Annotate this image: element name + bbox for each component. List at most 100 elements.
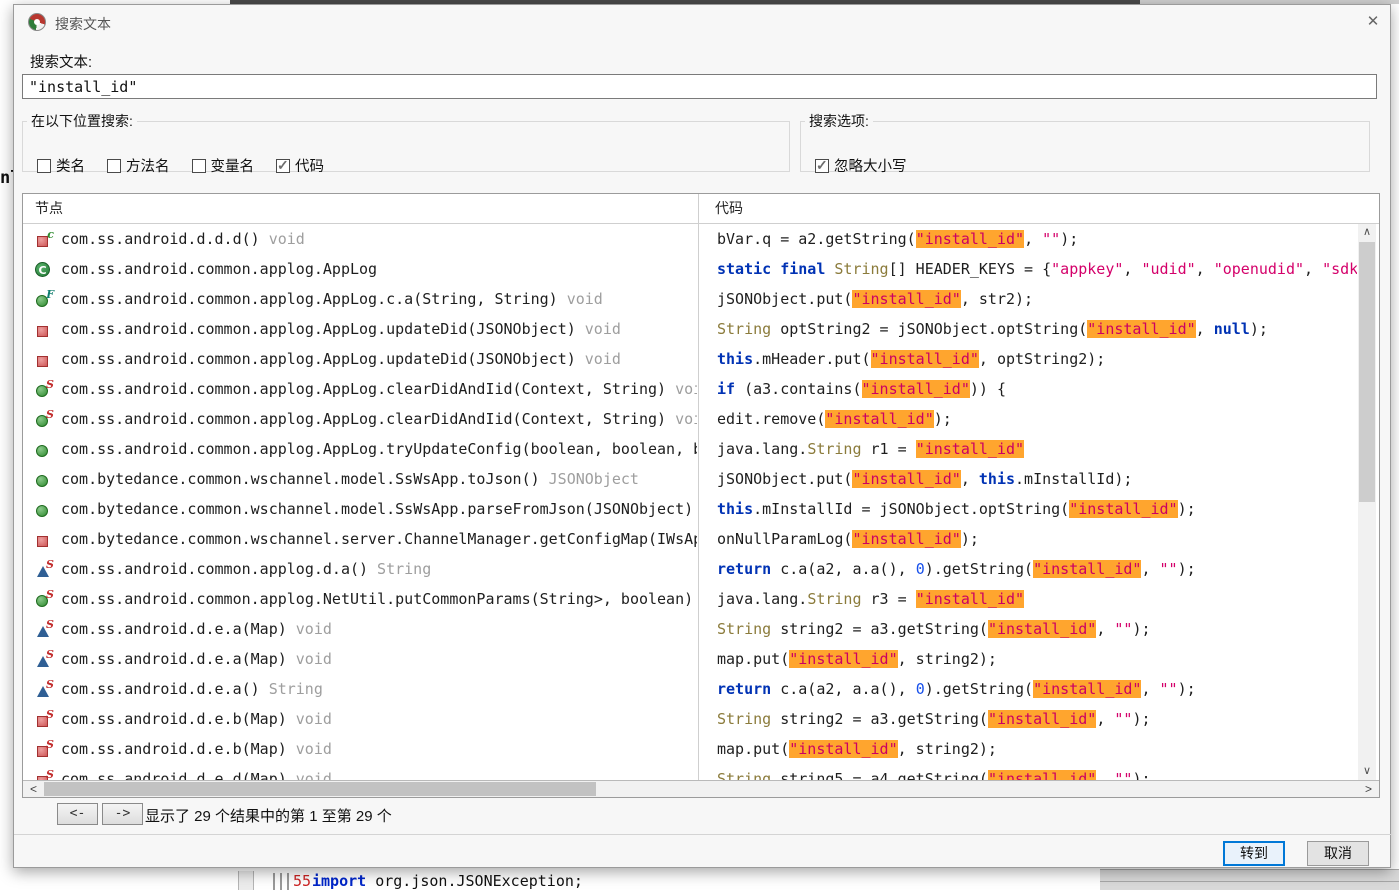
modifier-badge: F bbox=[46, 288, 54, 301]
background-window-gray-area bbox=[1100, 869, 1399, 890]
code-token: ); bbox=[961, 530, 979, 548]
code-line[interactable]: return c.a(a2, a.a(), 0).getString("inst… bbox=[699, 674, 1357, 704]
node-signature: com.ss.android.d.e.a(Map) bbox=[61, 650, 287, 668]
public-method-icon: S bbox=[35, 381, 52, 398]
code-line[interactable]: java.lang.String r1 = "install_id" bbox=[699, 434, 1357, 464]
checkbox-label: 忽略大小写 bbox=[834, 155, 907, 176]
node-list-item[interactable]: com.bytedance.common.wschannel.server.Ch… bbox=[23, 524, 697, 554]
node-list-item[interactable]: com.ss.android.common.applog.AppLog.upda… bbox=[23, 314, 697, 344]
node-list-item[interactable]: com.ss.android.common.applog.AppLog.upda… bbox=[23, 344, 697, 374]
next-results-button[interactable]: -> bbox=[102, 803, 143, 825]
code-token: String bbox=[717, 710, 771, 728]
previous-results-button[interactable]: <- bbox=[57, 803, 98, 825]
code-line[interactable]: onNullParamLog("install_id"); bbox=[699, 524, 1357, 554]
code-token: map.put( bbox=[717, 740, 789, 758]
code-line[interactable]: this.mHeader.put("install_id", optString… bbox=[699, 344, 1357, 374]
code-line[interactable]: java.lang.String r3 = "install_id" bbox=[699, 584, 1357, 614]
search-match-highlight: "install_id" bbox=[916, 440, 1024, 458]
node-list-item[interactable]: Scom.ss.android.d.e.a(Map)void bbox=[23, 644, 697, 674]
background-code-line: import org.json.JSONException; bbox=[312, 872, 583, 890]
node-list-item[interactable]: com.ss.android.common.applog.AppLog.tryU… bbox=[23, 434, 697, 464]
checkbox-unchecked-icon[interactable]: ✓ bbox=[37, 159, 51, 173]
search-options: ✓ 忽略大小写 bbox=[815, 155, 907, 176]
cancel-button[interactable]: 取消 bbox=[1307, 841, 1369, 866]
code-line[interactable]: if (a3.contains("install_id")) { bbox=[699, 374, 1357, 404]
horizontal-scrollbar[interactable]: < > bbox=[23, 780, 1379, 797]
code-token: String bbox=[807, 590, 861, 608]
node-list-item[interactable]: Scom.ss.android.common.applog.NetUtil.pu… bbox=[23, 584, 697, 614]
import-keyword: import bbox=[312, 872, 366, 890]
code-token: 0 bbox=[916, 680, 925, 698]
code-line[interactable]: jSONObject.put("install_id", str2); bbox=[699, 284, 1357, 314]
background-line-number: 55 bbox=[293, 872, 311, 890]
code-line[interactable]: map.put("install_id", string2); bbox=[699, 734, 1357, 764]
code-token: ); bbox=[1178, 500, 1196, 518]
scroll-left-icon[interactable]: < bbox=[25, 781, 42, 797]
scroll-up-icon[interactable]: ∧ bbox=[1358, 224, 1376, 241]
dialog-titlebar[interactable]: 搜索文本 ✕ bbox=[14, 5, 1390, 39]
footer-separator bbox=[14, 834, 1392, 835]
search-match-highlight: "install_id" bbox=[1033, 680, 1141, 698]
search-input[interactable] bbox=[22, 74, 1377, 99]
code-line[interactable]: String string5 = a4.getString("install_i… bbox=[699, 764, 1357, 780]
vertical-scrollbar[interactable]: ∧ ∨ bbox=[1358, 224, 1376, 780]
search-match-highlight: "install_id" bbox=[789, 740, 897, 758]
goto-button[interactable]: 转到 bbox=[1223, 841, 1285, 866]
node-list-item[interactable]: Scom.ss.android.d.e.d(Map)void bbox=[23, 764, 697, 780]
node-list-item[interactable]: Scom.ss.android.d.e.a()String bbox=[23, 674, 697, 704]
code-line[interactable]: String optString2 = jSONObject.optString… bbox=[699, 314, 1357, 344]
code-line[interactable]: this.mInstallId = jSONObject.optString("… bbox=[699, 494, 1357, 524]
node-signature: com.ss.android.common.applog.AppLog.upda… bbox=[61, 320, 576, 338]
node-list-item[interactable]: com.bytedance.common.wschannel.model.SsW… bbox=[23, 464, 697, 494]
code-line[interactable]: bVar.q = a2.getString("install_id", ""); bbox=[699, 224, 1357, 254]
code-line[interactable]: static final String[] HEADER_KEYS = {"ap… bbox=[699, 254, 1357, 284]
node-signature: com.ss.android.d.e.a(Map) bbox=[61, 620, 287, 638]
scroll-down-icon[interactable]: ∨ bbox=[1358, 763, 1376, 780]
node-list-item[interactable]: Scom.ss.android.d.e.b(Map)void bbox=[23, 734, 697, 764]
node-list-item[interactable]: Scom.ss.android.common.applog.AppLog.cle… bbox=[23, 404, 697, 434]
search-match-highlight: "install_id" bbox=[1087, 320, 1195, 338]
node-list-item[interactable]: Scom.ss.android.d.e.a(Map)void bbox=[23, 614, 697, 644]
code-token: String bbox=[717, 770, 771, 780]
return-type: void bbox=[296, 710, 332, 728]
node-list-item[interactable]: Fcom.ss.android.common.applog.AppLog.c.a… bbox=[23, 284, 697, 314]
node-list-item[interactable]: com.bytedance.common.wschannel.model.SsW… bbox=[23, 494, 697, 524]
checkbox-checked-icon[interactable]: ✓ bbox=[815, 159, 829, 173]
checkbox-unchecked-icon[interactable]: ✓ bbox=[107, 159, 121, 173]
code-line[interactable]: String string2 = a3.getString("install_i… bbox=[699, 704, 1357, 734]
node-list-item[interactable]: Scom.ss.android.common.applog.d.a()Strin… bbox=[23, 554, 697, 584]
fold-marker bbox=[280, 873, 282, 890]
return-type: void bbox=[585, 320, 621, 338]
code-token: static final bbox=[717, 260, 825, 278]
scope-checkbox-item[interactable]: ✓方法名 bbox=[107, 155, 170, 176]
code-line[interactable]: jSONObject.put("install_id", this.mInsta… bbox=[699, 464, 1357, 494]
code-line[interactable]: String string2 = a3.getString("install_i… bbox=[699, 614, 1357, 644]
close-icon[interactable]: ✕ bbox=[1362, 12, 1384, 32]
scope-checkbox-item[interactable]: ✓变量名 bbox=[192, 155, 255, 176]
code-token: c.a(a2, a.a(), bbox=[771, 560, 916, 578]
modifier-badge: S bbox=[46, 708, 54, 721]
vertical-scrollbar-thumb[interactable] bbox=[1359, 242, 1375, 502]
code-token: String bbox=[807, 440, 861, 458]
scroll-right-icon[interactable]: > bbox=[1360, 781, 1377, 797]
checkbox-checked-icon[interactable]: ✓ bbox=[276, 159, 290, 173]
horizontal-scrollbar-thumb[interactable] bbox=[44, 782, 596, 796]
code-line[interactable]: edit.remove("install_id"); bbox=[699, 404, 1357, 434]
public-method-icon bbox=[35, 471, 52, 488]
code-token: )) { bbox=[970, 380, 1006, 398]
node-list-item[interactable]: Scom.ss.android.d.e.b(Map)void bbox=[23, 704, 697, 734]
code-line[interactable]: return c.a(a2, a.a(), 0).getString("inst… bbox=[699, 554, 1357, 584]
search-scope-group: 在以下位置搜索: ✓类名✓方法名✓变量名✓代码 bbox=[22, 111, 790, 172]
node-list-item[interactable]: Scom.ss.android.common.applog.AppLog.cle… bbox=[23, 374, 697, 404]
node-list-item[interactable]: ccom.ss.android.d.d.d()void bbox=[23, 224, 697, 254]
scope-checkbox-item[interactable]: ✓代码 bbox=[276, 155, 324, 176]
protected-method-icon: S bbox=[35, 651, 52, 668]
option-checkbox-item[interactable]: ✓ 忽略大小写 bbox=[815, 155, 907, 176]
code-token: ); bbox=[1178, 560, 1196, 578]
scope-checkbox-item[interactable]: ✓类名 bbox=[37, 155, 85, 176]
checkbox-unchecked-icon[interactable]: ✓ bbox=[192, 159, 206, 173]
code-token bbox=[825, 260, 834, 278]
code-token: ); bbox=[1132, 620, 1150, 638]
code-line[interactable]: map.put("install_id", string2); bbox=[699, 644, 1357, 674]
node-list-item[interactable]: Ccom.ss.android.common.applog.AppLog bbox=[23, 254, 697, 284]
